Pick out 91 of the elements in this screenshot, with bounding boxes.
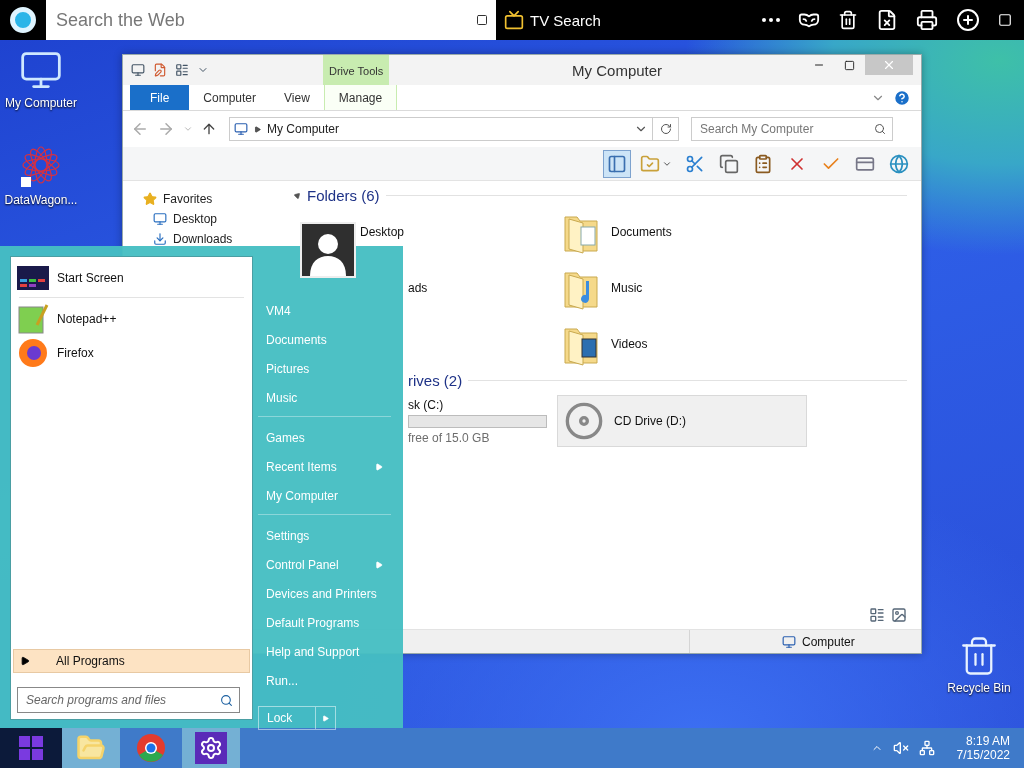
search-field[interactable]: Search My Computer [691,117,893,141]
close-icon [882,58,896,72]
status-text: Computer [802,634,855,649]
up-button[interactable] [201,121,217,137]
print-button[interactable] [916,9,938,31]
nav-item[interactable]: Desktop [143,211,288,227]
folder-item[interactable]: Desktop [294,204,557,260]
preview-pane-button[interactable] [603,149,631,178]
printer-icon [916,9,938,31]
search-icon [220,693,233,707]
tv-search-button[interactable]: TV Search [504,10,601,30]
refresh-button[interactable] [653,117,679,141]
muted-speaker-icon [892,740,909,756]
taskbar-app[interactable] [182,728,240,768]
section-heading: Folders (6) [307,187,380,204]
globe-icon [889,153,909,174]
firefox-icon [17,337,49,369]
computer-icon [234,122,248,136]
details-view-icon [869,607,885,623]
more-button[interactable] [762,18,780,22]
ribbon-tab[interactable]: Manage [323,85,398,110]
folder-item[interactable]: Music [557,260,820,316]
start-tiles-icon [17,266,49,290]
app-logo [10,7,36,33]
user-avatar [300,222,356,278]
starburst-icon [19,145,63,189]
folder-item[interactable]: Documents [557,204,820,260]
plus-icon [956,8,980,32]
desktop-icon[interactable]: My Computer [0,48,82,110]
gear-icon [195,732,227,764]
trash-icon [838,10,858,30]
windows-logo-icon [19,736,43,760]
expand-arrow-icon [20,656,30,666]
properties-icon [153,63,167,77]
add-button[interactable] [956,8,980,32]
forward-arrow-icon [157,120,175,138]
program-item[interactable]: Notepad++ [13,302,250,336]
copy-icon [719,153,739,174]
maximize-icon [843,59,855,71]
desktop-icon[interactable]: Recycle Bin [938,635,1020,695]
trash-button[interactable] [838,10,858,30]
up-arrow-icon [201,121,217,137]
refresh-icon [659,123,672,135]
drive-detail: free of 15.0 GB [408,430,491,445]
monitor-icon [153,212,167,226]
drive-name: sk (C:) [408,397,445,412]
ribbon-tab[interactable]: Computer [189,85,271,110]
address-bar[interactable]: My Computer [229,117,653,141]
clipboard-icon [753,153,773,174]
chrome-icon [136,733,166,763]
context-tab-header: Drive Tools [323,55,390,85]
section-heading: rives (2) [408,372,463,389]
cd-drive-icon [564,401,604,441]
download-icon [153,232,167,246]
program-item[interactable]: Firefox [13,336,250,370]
document-x-icon [876,9,898,31]
star-icon [143,192,157,206]
drive-item[interactable]: CD Drive (D:) [557,395,807,447]
network-icon [918,740,935,756]
start-button[interactable] [0,728,62,768]
cut-document-button[interactable] [876,9,898,31]
nav-item[interactable]: Downloads [143,231,288,247]
window-title: My Computer [571,61,664,79]
collapse-icon [292,190,303,201]
scissors-icon [685,153,705,174]
folder-check-icon [640,153,660,174]
search-icon [874,123,886,135]
notepad-icon [17,303,49,335]
square-icon [998,13,1012,27]
chevron-icon [183,124,193,134]
panel-icon [607,153,627,174]
ribbon-tab[interactable]: View [270,85,324,110]
nav-item[interactable]: Favorites [143,191,288,207]
square-icon [476,14,488,26]
program-item[interactable]: Start Screen [13,261,250,295]
arrow-icon [322,714,329,722]
breadcrumb-arrow-icon [254,125,261,133]
ribbon-tab[interactable]: File [130,85,190,110]
all-programs-button[interactable]: All Programs [13,649,250,673]
dots-icon [762,18,780,22]
search-field[interactable]: Search programs and files [17,687,240,713]
clock[interactable]: 8:19 AM 7/15/2022 [956,734,1010,762]
help-icon [893,88,911,107]
computer-icon [782,634,796,649]
large-icons-view-icon [891,607,907,623]
window-button[interactable] [998,13,1012,27]
computer-icon [131,63,145,77]
web-search-field[interactable]: Search the Web [46,0,496,40]
folder-item[interactable]: Videos [557,316,820,372]
desktop-icon[interactable]: DataWagon... [0,145,82,207]
tv-icon [504,10,524,30]
